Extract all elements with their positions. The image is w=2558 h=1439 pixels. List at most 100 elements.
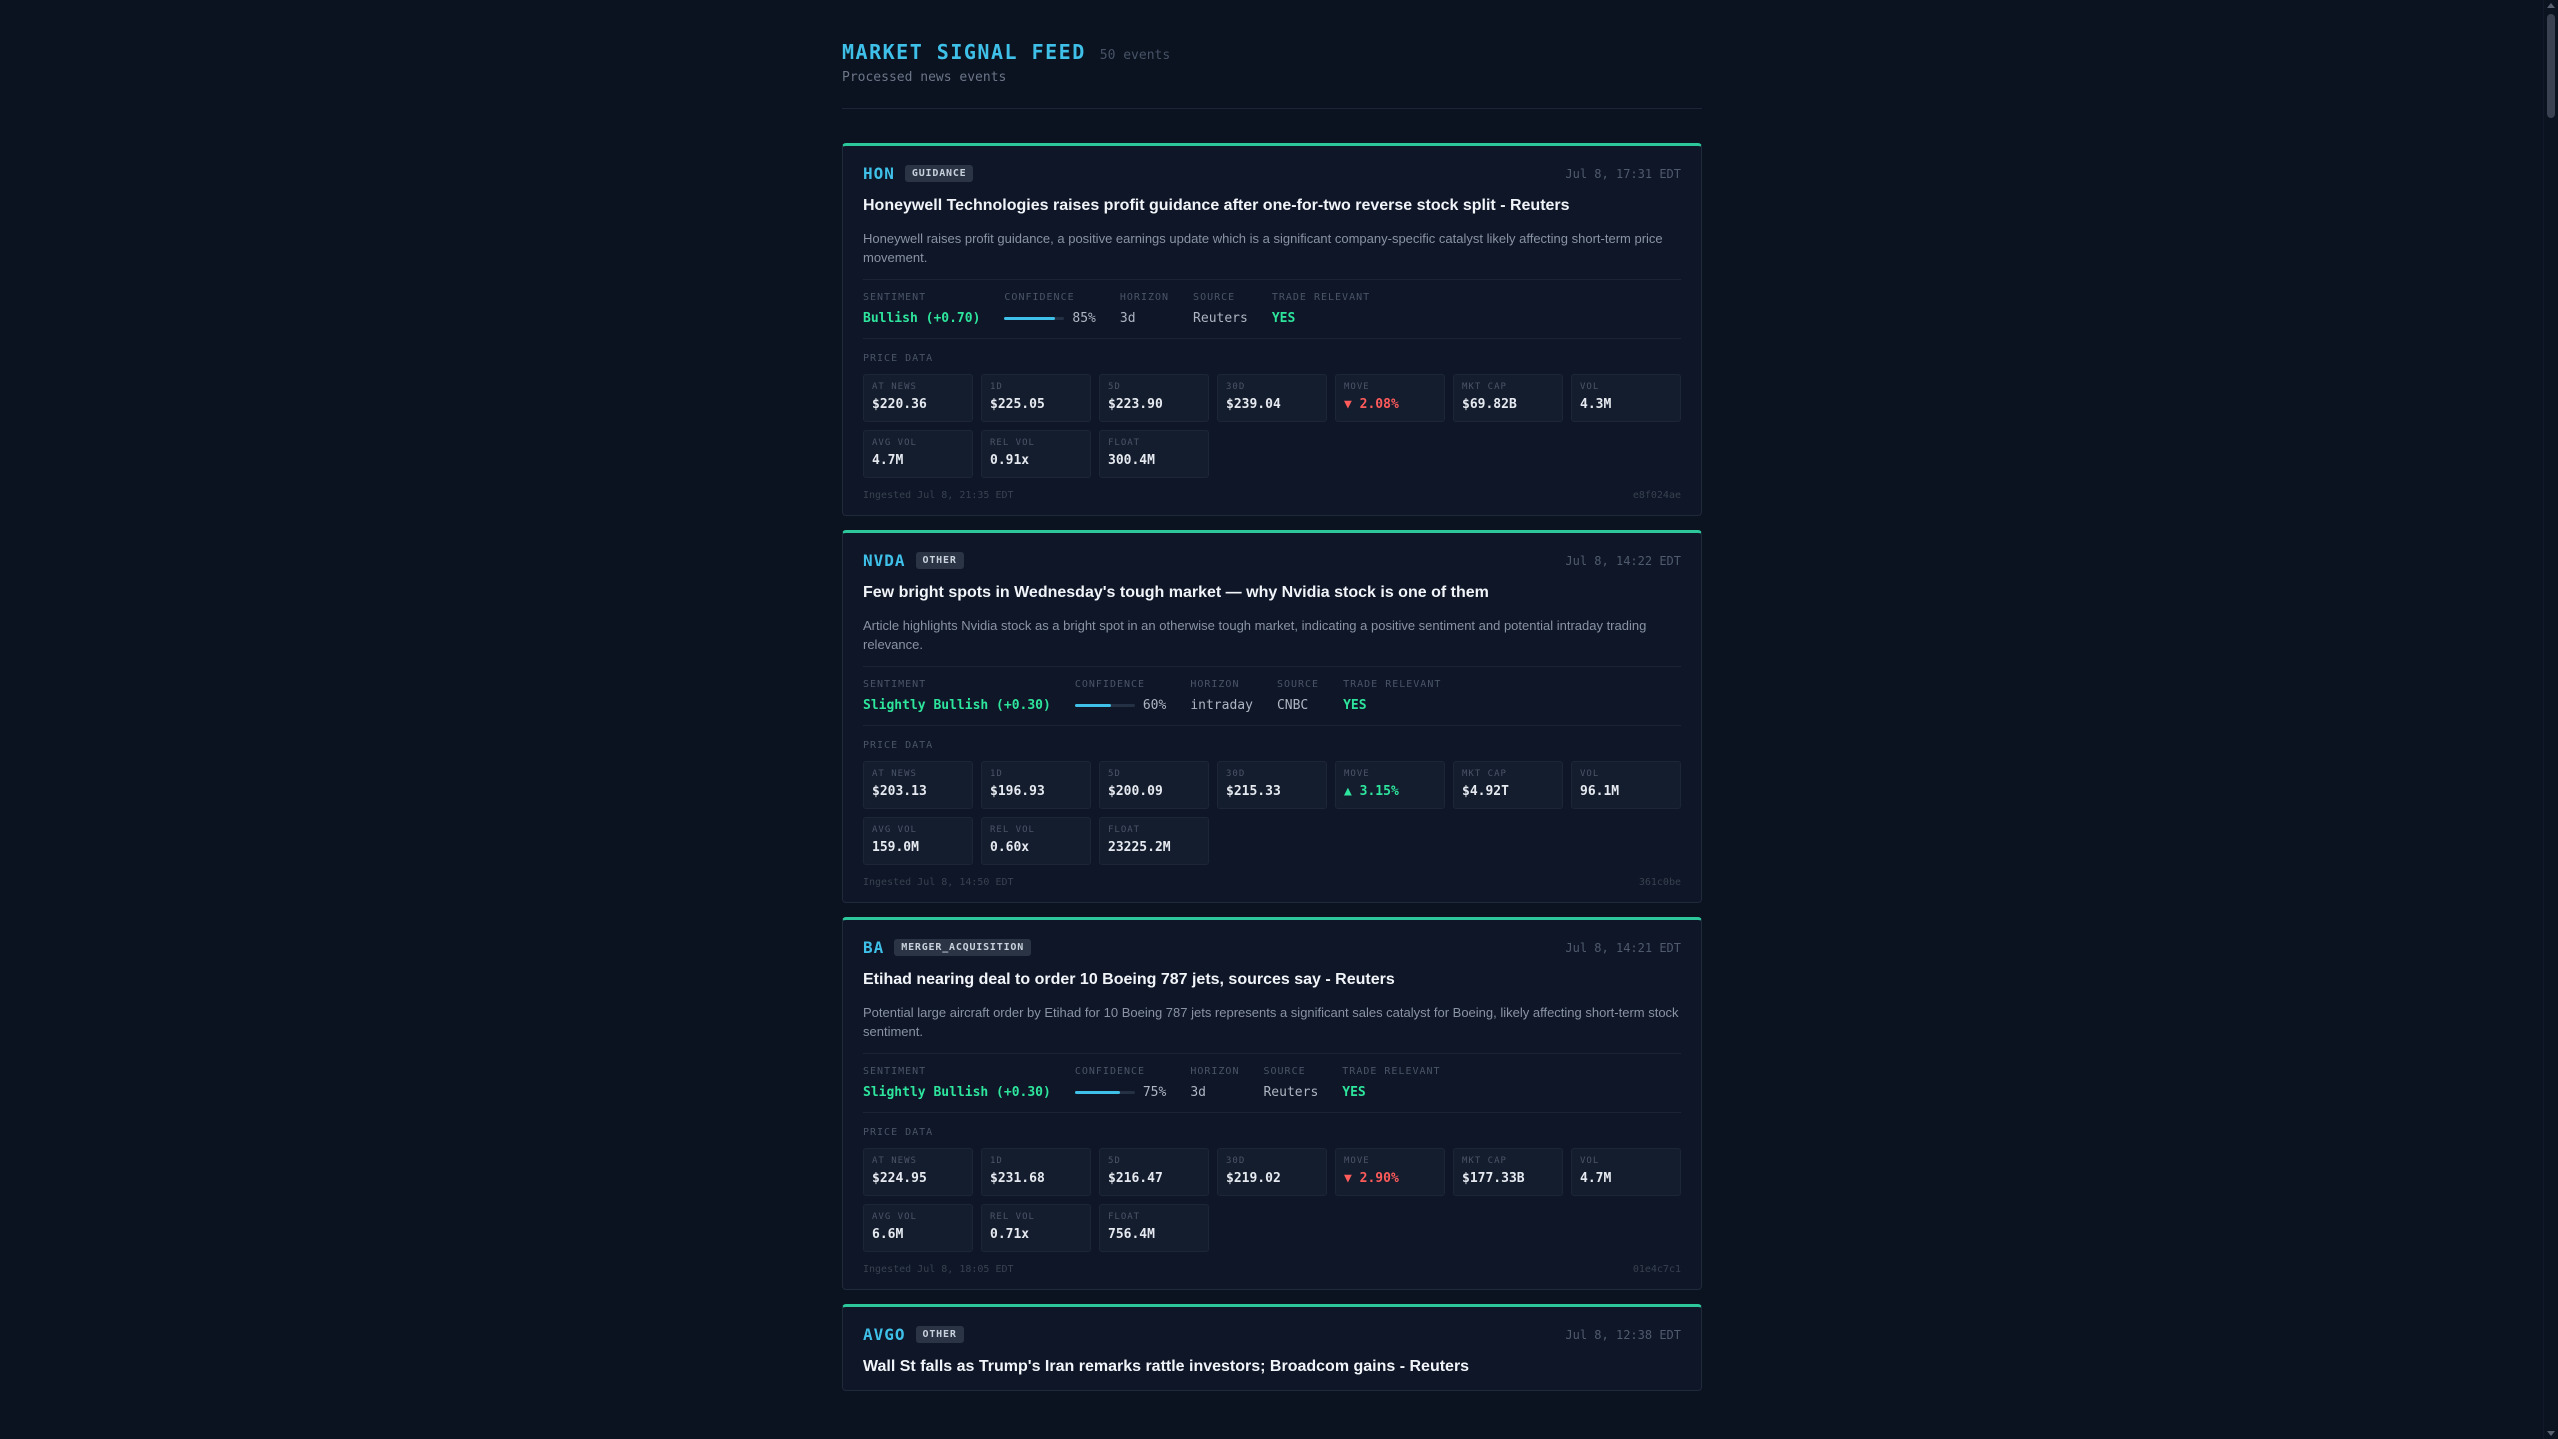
price-cell-value: ▼ 2.90%	[1344, 1171, 1399, 1186]
price-cell-value: $223.90	[1108, 397, 1163, 412]
trade-relevant-value: YES	[1271, 311, 1296, 326]
price-cell-value: $69.82B	[1462, 397, 1517, 412]
event-card[interactable]: NVDA OTHER Jul 8, 14:22 EDT Few bright s…	[842, 530, 1702, 903]
sentiment-label: SENTIMENT	[863, 292, 927, 303]
horizon-label: HORIZON	[1119, 292, 1170, 303]
event-headline[interactable]: Wall St falls as Trump's Iran remarks ra…	[863, 1358, 1681, 1376]
event-timestamp: Jul 8, 12:38 EDT	[1565, 1327, 1681, 1342]
confidence-metric: CONFIDENCE 75%	[1074, 1066, 1166, 1100]
price-cell-value: 96.1M	[1580, 784, 1620, 799]
price-cell: REL VOL 0.91x	[981, 430, 1091, 478]
scroll-down-arrow-icon[interactable]	[2547, 1431, 2555, 1436]
price-cell-value: 0.71x	[990, 1227, 1030, 1242]
price-cell-label: AT NEWS	[872, 1156, 917, 1166]
event-timestamp: Jul 8, 17:31 EDT	[1565, 166, 1681, 181]
event-count: 50 events	[1099, 48, 1171, 63]
sentiment-label: SENTIMENT	[863, 1066, 927, 1077]
ingested-timestamp: Ingested Jul 8, 18:05 EDT	[863, 1264, 1014, 1275]
price-cell: AVG VOL 6.6M	[863, 1204, 973, 1252]
event-summary: Honeywell raises profit guidance, a posi…	[863, 231, 1663, 265]
price-cell: VOL 96.1M	[1571, 761, 1681, 809]
price-cell-label: 5D	[1108, 382, 1121, 392]
scroll-up-arrow-icon[interactable]	[2547, 3, 2555, 8]
page-title: MARKET SIGNAL FEED	[842, 40, 1086, 64]
price-cell: AT NEWS $224.95	[863, 1148, 973, 1196]
price-cell-value: $177.33B	[1462, 1171, 1525, 1186]
price-cell-value: $219.02	[1226, 1171, 1281, 1186]
event-card[interactable]: HON GUIDANCE Jul 8, 17:31 EDT Honeywell …	[842, 143, 1702, 516]
price-cell-value: $4.92T	[1462, 784, 1509, 799]
trade-relevant-label: TRADE RELEVANT	[1271, 292, 1371, 303]
price-cell: 1D $231.68	[981, 1148, 1091, 1196]
trade-relevant-value: YES	[1343, 698, 1367, 713]
event-headline[interactable]: Few bright spots in Wednesday's tough ma…	[863, 584, 1681, 602]
price-cell: MOVE ▲ 3.15%	[1335, 761, 1445, 809]
price-cell: 1D $225.05	[981, 374, 1091, 422]
signal-metrics: SENTIMENT Slightly Bullish (+0.30) CONFI…	[863, 1053, 1681, 1113]
ingested-timestamp: Ingested Jul 8, 14:50 EDT	[863, 877, 1014, 888]
price-cell-label: VOL	[1580, 382, 1600, 392]
confidence-label: CONFIDENCE	[1074, 1066, 1146, 1077]
sentiment-metric: SENTIMENT Bullish (+0.70)	[863, 292, 980, 326]
horizon-metric: HORIZON intraday	[1190, 679, 1253, 713]
price-cell-value: 4.7M	[1580, 1171, 1612, 1186]
price-cell-label: REL VOL	[990, 438, 1035, 448]
horizon-metric: HORIZON 3d	[1190, 1066, 1239, 1100]
source-label: SOURCE	[1193, 292, 1236, 303]
ticker-symbol[interactable]: BA	[863, 938, 884, 957]
price-cell: FLOAT 300.4M	[1099, 430, 1209, 478]
price-cell-label: REL VOL	[990, 1212, 1035, 1222]
price-cell-value: 6.6M	[872, 1227, 904, 1242]
price-cell-label: 5D	[1108, 1156, 1121, 1166]
price-cell-value: ▼ 2.08%	[1344, 397, 1399, 412]
vertical-scrollbar[interactable]	[2543, 0, 2558, 1439]
category-badge: OTHER	[915, 1326, 964, 1343]
event-card[interactable]: AVGO OTHER Jul 8, 12:38 EDT Wall St fall…	[842, 1304, 1702, 1391]
source-metric: SOURCE Reuters	[1193, 292, 1248, 326]
price-cell-value: $200.09	[1108, 784, 1163, 799]
ticker-symbol[interactable]: HON	[863, 164, 895, 183]
price-cell: AVG VOL 159.0M	[863, 817, 973, 865]
price-cell: 1D $196.93	[981, 761, 1091, 809]
event-id: e8f024ae	[1632, 490, 1681, 501]
price-cell-label: MOVE	[1344, 382, 1370, 392]
category-badge: GUIDANCE	[904, 165, 974, 182]
price-cell-label: 5D	[1108, 769, 1121, 779]
price-cell-label: AVG VOL	[872, 825, 917, 835]
sentiment-metric: SENTIMENT Slightly Bullish (+0.30)	[863, 1066, 1051, 1100]
price-grid: AT NEWS $220.36 1D $225.05 5D $223.90 30D $239.…	[863, 374, 1681, 478]
trade-relevant-label: TRADE RELEVANT	[1342, 1066, 1441, 1077]
price-cell: MKT CAP $177.33B	[1453, 1148, 1563, 1196]
price-cell-value: $225.05	[990, 397, 1045, 412]
source-metric: SOURCE Reuters	[1263, 1066, 1318, 1100]
source-label: SOURCE	[1276, 679, 1320, 690]
price-cell: AT NEWS $220.36	[863, 374, 973, 422]
price-cell: 5D $216.47	[1099, 1148, 1209, 1196]
price-cell-value: 4.7M	[872, 453, 904, 468]
confidence-value: 60%	[1142, 698, 1167, 713]
price-cell-label: 1D	[990, 382, 1003, 392]
confidence-label: CONFIDENCE	[1074, 679, 1146, 690]
event-card[interactable]: BA MERGER_ACQUISITION Jul 8, 14:21 EDT E…	[842, 917, 1702, 1290]
event-headline[interactable]: Honeywell Technologies raises profit gui…	[863, 197, 1681, 215]
price-cell: VOL 4.7M	[1571, 1148, 1681, 1196]
event-headline[interactable]: Etihad nearing deal to order 10 Boeing 7…	[863, 971, 1681, 989]
ticker-symbol[interactable]: NVDA	[863, 551, 906, 570]
trade-relevant-value: YES	[1342, 1085, 1366, 1100]
price-cell-value: 0.60x	[990, 840, 1030, 855]
ticker-symbol[interactable]: AVGO	[863, 1325, 906, 1344]
price-cell-value: $203.13	[872, 784, 927, 799]
price-cell-value: $224.95	[872, 1171, 927, 1186]
price-cell-label: 30D	[1226, 382, 1246, 392]
price-cell-value: 0.91x	[990, 453, 1030, 468]
scroll-thumb[interactable]	[2547, 14, 2555, 118]
price-cell-label: MKT CAP	[1462, 382, 1507, 392]
price-grid: AT NEWS $203.13 1D $196.93 5D $200.09 30D $215.…	[863, 761, 1681, 865]
event-timestamp: Jul 8, 14:21 EDT	[1565, 940, 1681, 955]
price-cell-value: 300.4M	[1108, 453, 1155, 468]
event-id: 01e4c7c1	[1632, 1264, 1681, 1275]
source-value: Reuters	[1193, 311, 1248, 326]
price-cell-label: AVG VOL	[872, 438, 917, 448]
trade-relevant-metric: TRADE RELEVANT YES	[1342, 1066, 1440, 1100]
price-cell: REL VOL 0.71x	[981, 1204, 1091, 1252]
